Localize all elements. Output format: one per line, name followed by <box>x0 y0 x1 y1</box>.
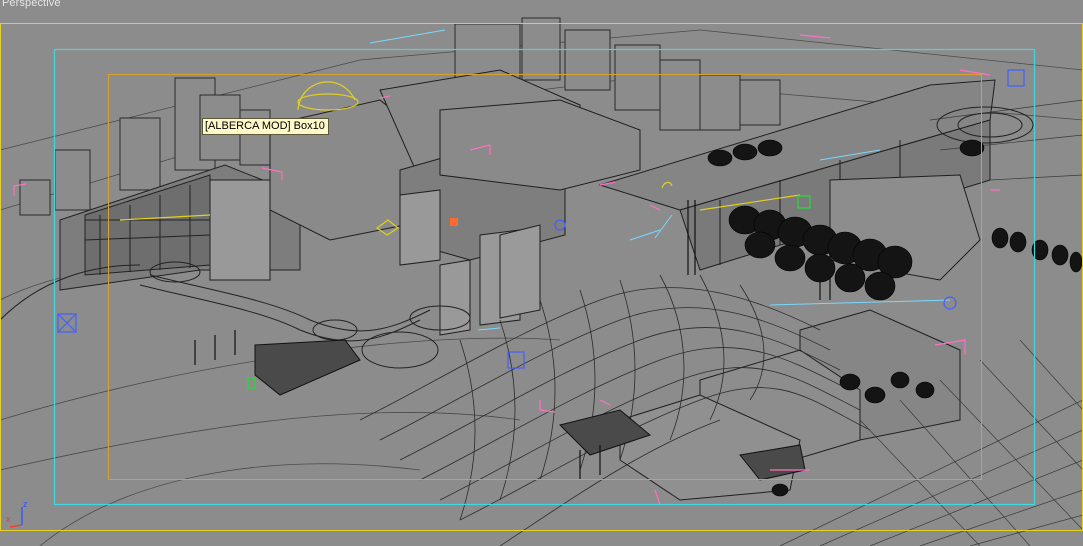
z-axis-label: z <box>23 499 28 509</box>
orange-marker <box>450 218 458 226</box>
object-tooltip: [ALBERCA MOD] Box10 <box>202 118 329 135</box>
perspective-viewport[interactable]: Perspective [ALBERCA MOD] Box10 z x <box>0 0 1083 546</box>
scene-wireframe[interactable] <box>0 0 1083 546</box>
axis-gizmo: z x <box>2 497 36 531</box>
x-axis-label: x <box>6 514 11 524</box>
viewport-label[interactable]: Perspective <box>2 0 61 9</box>
x-axis-line <box>9 524 23 528</box>
